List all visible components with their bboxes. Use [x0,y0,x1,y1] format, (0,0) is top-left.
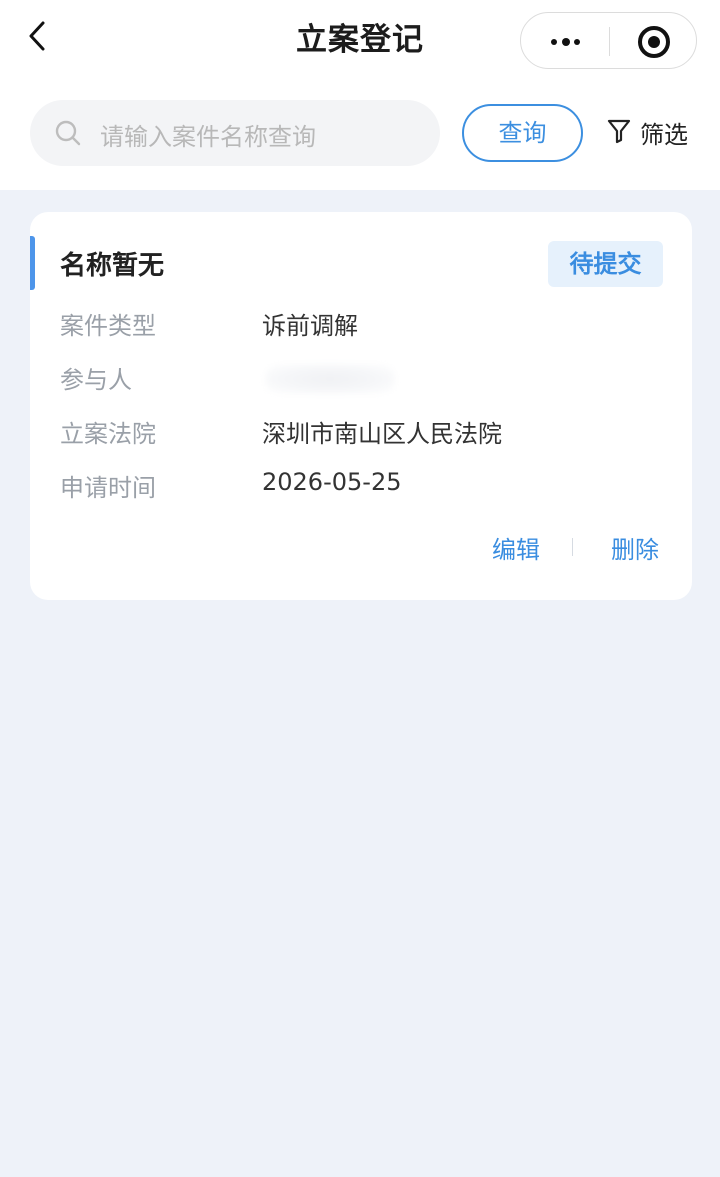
mini-program-capsule [520,12,697,69]
more-dots-icon-dot [574,39,580,45]
court-row: 立案法院 深圳市南山区人民法院 [60,414,660,448]
court-label: 立案法院 [60,420,156,448]
card-actions: 编辑 删除 [30,530,692,564]
case-type-value: 诉前调解 [262,312,358,340]
record-circle-core [648,36,660,48]
more-button[interactable] [521,13,609,70]
more-dots-icon [551,39,557,45]
participant-value-redacted [265,364,395,394]
funnel-icon [607,119,631,144]
header: 立案登记 请输入案件名称查询 查询 筛选 [0,0,720,190]
case-type-row: 案件类型 诉前调解 [60,306,660,340]
action-divider [572,538,573,556]
participant-row: 参与人 [60,360,660,394]
query-button[interactable]: 查询 [462,104,583,162]
search-input[interactable]: 请输入案件名称查询 [30,100,440,166]
edit-button[interactable]: 编辑 [492,530,540,565]
search-placeholder: 请输入案件名称查询 [100,123,316,151]
search-icon [55,120,81,146]
case-title: 名称暂无 [60,251,165,281]
card-accent-bar [30,236,35,290]
case-card[interactable]: 名称暂无 待提交 案件类型 诉前调解 参与人 立案法院 深圳市南山区人民法院 申… [30,212,692,600]
case-registration-page: 立案登记 请输入案件名称查询 查询 筛选 名称暂无 待提交 案件类型 诉前调解 … [0,0,720,1177]
apply-time-row: 申请时间 2026-05-25 [60,468,660,502]
filter-label: 筛选 [640,121,688,149]
court-value: 深圳市南山区人民法院 [262,420,502,448]
apply-time-value: 2026-05-25 [262,468,402,496]
more-dots-icon-dot [562,38,570,46]
delete-button[interactable]: 删除 [611,530,659,565]
participant-label: 参与人 [60,366,132,394]
status-badge: 待提交 [548,241,663,287]
close-button[interactable] [610,13,698,70]
case-type-label: 案件类型 [60,312,156,340]
apply-time-label: 申请时间 [60,474,156,502]
